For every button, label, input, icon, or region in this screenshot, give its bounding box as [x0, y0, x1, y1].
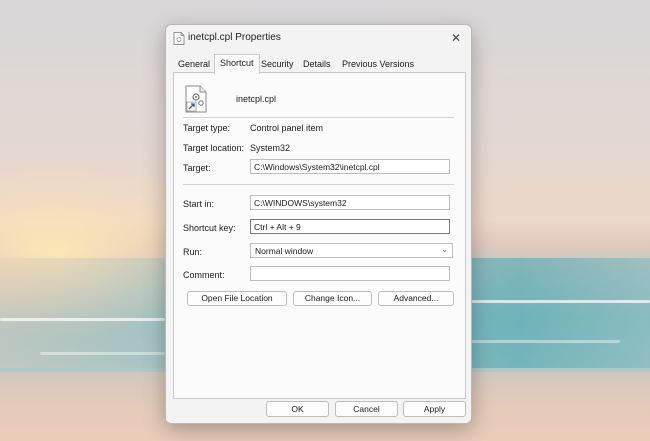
tab-previous-versions[interactable]: Previous Versions: [337, 57, 419, 71]
tab-general[interactable]: General: [173, 57, 215, 71]
ok-button[interactable]: OK: [266, 401, 329, 417]
shortcut-key-field[interactable]: Ctrl + Alt + 9: [250, 219, 450, 234]
target-type-value: Control panel item: [250, 123, 324, 133]
run-label: Run:: [183, 247, 203, 257]
comment-label: Comment:: [183, 270, 225, 280]
wallpaper-wave: [470, 340, 620, 343]
start-in-field[interactable]: C:\WINDOWS\system32: [250, 195, 450, 210]
tab-shortcut[interactable]: Shortcut: [214, 54, 260, 74]
properties-dialog: inetcpl.cpl Properties ✕ General Shortcu…: [165, 24, 472, 424]
shortcut-panel: inetcpl.cpl Target type: Control panel i…: [173, 72, 466, 399]
change-icon-button[interactable]: Change Icon...: [293, 291, 372, 306]
target-field[interactable]: C:\Windows\System32\inetcpl.cpl: [250, 159, 450, 174]
title-bar[interactable]: inetcpl.cpl Properties ✕: [166, 25, 471, 51]
separator: [183, 184, 454, 185]
advanced-button[interactable]: Advanced...: [378, 291, 454, 306]
tab-details[interactable]: Details: [298, 57, 336, 71]
target-location-label: Target location:: [183, 143, 245, 153]
chevron-down-icon: ⌄: [441, 245, 448, 254]
open-file-location-button[interactable]: Open File Location: [187, 291, 287, 306]
shortcut-file-icon: [185, 85, 207, 113]
wallpaper-wave: [0, 318, 165, 321]
apply-button[interactable]: Apply: [403, 401, 466, 417]
wallpaper-wave: [470, 300, 650, 303]
shortcut-key-label: Shortcut key:: [183, 223, 236, 233]
close-button[interactable]: ✕: [447, 29, 465, 47]
target-type-label: Target type:: [183, 123, 231, 133]
cancel-button[interactable]: Cancel: [335, 401, 398, 417]
shortcut-name: inetcpl.cpl: [236, 94, 277, 104]
comment-field[interactable]: [250, 266, 450, 281]
wallpaper-wave: [40, 352, 165, 355]
target-label: Target:: [183, 163, 211, 173]
tab-security[interactable]: Security: [256, 57, 299, 71]
close-icon: ✕: [450, 31, 462, 45]
separator: [183, 117, 454, 118]
window-title: inetcpl.cpl Properties: [188, 32, 281, 43]
run-select[interactable]: Normal window ⌄: [250, 243, 453, 258]
start-in-label: Start in:: [183, 199, 215, 209]
target-location-value: System32: [250, 143, 291, 153]
run-selected-value: Normal window: [255, 246, 314, 256]
file-icon: [173, 32, 185, 45]
